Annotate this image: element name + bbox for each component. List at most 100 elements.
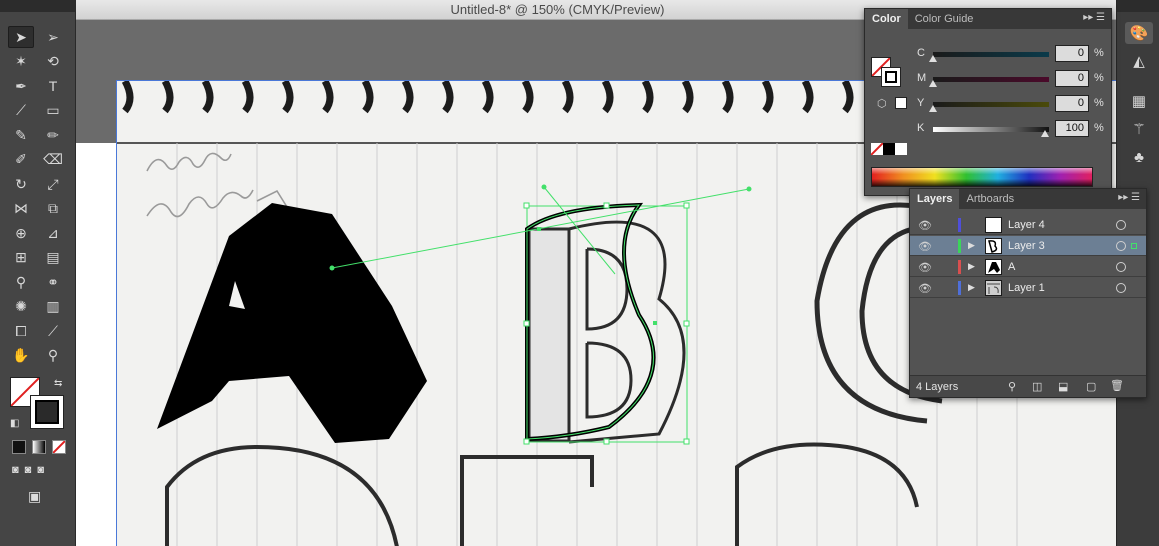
default-fill-stroke-icon[interactable]: ◧ [10, 418, 19, 429]
layer-row[interactable]: 👁 ▶ Layer 3 [910, 236, 1146, 256]
color-mode-icon[interactable] [12, 440, 26, 454]
layer-target-icon[interactable] [1116, 241, 1126, 251]
visibility-eye-icon[interactable]: 👁 [918, 219, 932, 232]
draw-mode-row: ◙ ◙ ◙ [12, 464, 44, 476]
expand-arrow-icon[interactable]: ▶ [968, 261, 975, 272]
pencil-tool[interactable]: ✏ [40, 124, 66, 146]
channel-value-input[interactable]: 100 [1055, 120, 1089, 137]
paintbrush-tool[interactable]: ✎ [8, 124, 34, 146]
channel-slider-thumb[interactable] [929, 105, 937, 112]
create-layer-icon[interactable]: ▢ [1086, 380, 1096, 393]
layer-name[interactable]: Layer 4 [1008, 219, 1045, 231]
layer-name[interactable]: Layer 3 [1008, 240, 1045, 252]
none-swatch[interactable] [871, 143, 883, 155]
transparency-icon[interactable]: ▦ [1125, 90, 1153, 112]
slice-tool[interactable]: ⟋ [40, 320, 66, 342]
swatches-icon[interactable]: 🎨 [1125, 22, 1153, 44]
stroke-swatch[interactable] [30, 395, 64, 429]
dock-header[interactable] [1117, 0, 1159, 12]
tools-panel: ➤ ➢ ✶ ⟲ ✒ T ⟋ ▭ ✎ ✏ ✐ ⌫ ↻ ⤢ ⋈ ⧉ ⊕ ⊿ ⊞ ▤ ⚲ ⚭ ✺ ▥ ⧠ ⟋ ✋ ⚲ ⇆ ◧ ◙ ◙ ◙ ▣ [0, 0, 76, 546]
width-tool[interactable]: ⋈ [8, 198, 34, 220]
symbols-icon[interactable]: ♣ [1125, 146, 1153, 168]
artboard-tool[interactable]: ⧠ [8, 320, 34, 342]
layer-row[interactable]: 👁 ▶ Layer 1 [910, 278, 1146, 298]
line-segment-tool[interactable]: ⟋ [8, 100, 34, 122]
type-tool[interactable]: T [40, 75, 66, 97]
layer-row[interactable]: 👁 Layer 4 [910, 215, 1146, 235]
visibility-eye-icon[interactable]: 👁 [918, 240, 932, 253]
layer-name[interactable]: A [1008, 261, 1015, 273]
scale-tool[interactable]: ⤢ [40, 173, 66, 195]
column-graph-tool[interactable]: ▥ [40, 296, 66, 318]
blend-tool[interactable]: ⚭ [40, 271, 66, 293]
magic-wand-tool[interactable]: ✶ [8, 51, 34, 73]
out-of-gamut-icon[interactable]: ⬡ [877, 97, 887, 110]
expand-arrow-icon[interactable]: ▶ [968, 282, 975, 293]
tab-artboards[interactable]: Artboards [959, 189, 1021, 209]
lasso-tool[interactable]: ⟲ [40, 51, 66, 73]
screen-mode-icon[interactable]: ▣ [28, 488, 41, 505]
locate-object-icon[interactable]: ⚲ [1008, 380, 1016, 393]
tab-color[interactable]: Color [865, 9, 908, 29]
layer-target-icon[interactable] [1116, 220, 1126, 230]
draw-inside-icon[interactable]: ◙ [37, 464, 44, 476]
tools-panel-header[interactable] [0, 0, 75, 12]
eraser-tool[interactable]: ⌫ [40, 149, 66, 171]
channel-slider[interactable] [933, 127, 1049, 132]
white-swatch[interactable] [895, 143, 907, 155]
free-transform-tool[interactable]: ⧉ [40, 198, 66, 220]
layer-name[interactable]: Layer 1 [1008, 282, 1045, 294]
eyedropper-tool[interactable]: ⚲ [8, 271, 34, 293]
channel-slider[interactable] [933, 102, 1049, 107]
visibility-eye-icon[interactable]: 👁 [918, 282, 932, 295]
channel-slider[interactable] [933, 52, 1049, 57]
gradient-tool[interactable]: ▤ [40, 247, 66, 269]
channel-slider[interactable] [933, 77, 1049, 82]
perspective-grid-tool[interactable]: ⊿ [40, 222, 66, 244]
draw-behind-icon[interactable]: ◙ [25, 464, 32, 476]
pencil-bottom-row [165, 442, 919, 546]
delete-layer-icon[interactable]: 🗑 [1110, 379, 1124, 392]
swap-fill-stroke-icon[interactable]: ⇆ [54, 378, 62, 389]
letter-a-shape[interactable] [157, 203, 427, 443]
shape-builder-tool[interactable]: ⊕ [8, 222, 34, 244]
blob-brush-tool[interactable]: ✐ [8, 149, 34, 171]
layer-selection-indicator [1131, 243, 1137, 249]
channel-slider-thumb[interactable] [929, 55, 937, 62]
gradient-mode-icon[interactable] [32, 440, 46, 454]
color-spectrum[interactable] [871, 167, 1093, 187]
panel-menu-icon[interactable]: ▸▸ ☰ [1083, 12, 1105, 23]
brushes-icon[interactable]: ⚚ [1125, 118, 1153, 140]
tab-layers[interactable]: Layers [910, 189, 960, 209]
layer-target-icon[interactable] [1116, 262, 1126, 272]
make-clipping-mask-icon[interactable]: ◫ [1032, 380, 1042, 393]
none-mode-icon[interactable] [52, 440, 66, 454]
layer-target-icon[interactable] [1116, 283, 1126, 293]
web-safe-swatch[interactable] [895, 97, 907, 109]
tab-color-guide[interactable]: Color Guide [908, 9, 981, 29]
panel-menu-icon[interactable]: ▸▸ ☰ [1118, 192, 1140, 203]
gradient-icon[interactable]: ◭ [1125, 50, 1153, 72]
zoom-tool[interactable]: ⚲ [40, 345, 66, 367]
black-swatch[interactable] [883, 143, 895, 155]
draw-normal-icon[interactable]: ◙ [12, 464, 19, 476]
channel-value-input[interactable]: 0 [1055, 95, 1089, 112]
rotate-tool[interactable]: ↻ [8, 173, 34, 195]
channel-slider-thumb[interactable] [1041, 130, 1049, 137]
create-sublayer-icon[interactable]: ⬓ [1058, 380, 1068, 393]
expand-arrow-icon[interactable]: ▶ [968, 240, 975, 251]
direct-selection-tool[interactable]: ➢ [40, 26, 66, 48]
visibility-eye-icon[interactable]: 👁 [918, 261, 932, 274]
rectangle-tool[interactable]: ▭ [40, 100, 66, 122]
selection-tool[interactable]: ➤ [8, 26, 34, 48]
hand-tool[interactable]: ✋ [8, 345, 34, 367]
layer-color-bar [958, 218, 961, 232]
pen-tool[interactable]: ✒ [8, 75, 34, 97]
channel-value-input[interactable]: 0 [1055, 45, 1089, 62]
symbol-sprayer-tool[interactable]: ✺ [8, 296, 34, 318]
channel-value-input[interactable]: 0 [1055, 70, 1089, 87]
mesh-tool[interactable]: ⊞ [8, 247, 34, 269]
layer-row[interactable]: 👁 ▶ A [910, 257, 1146, 277]
channel-slider-thumb[interactable] [929, 80, 937, 87]
color-fill-stroke-mini[interactable] [871, 57, 901, 87]
